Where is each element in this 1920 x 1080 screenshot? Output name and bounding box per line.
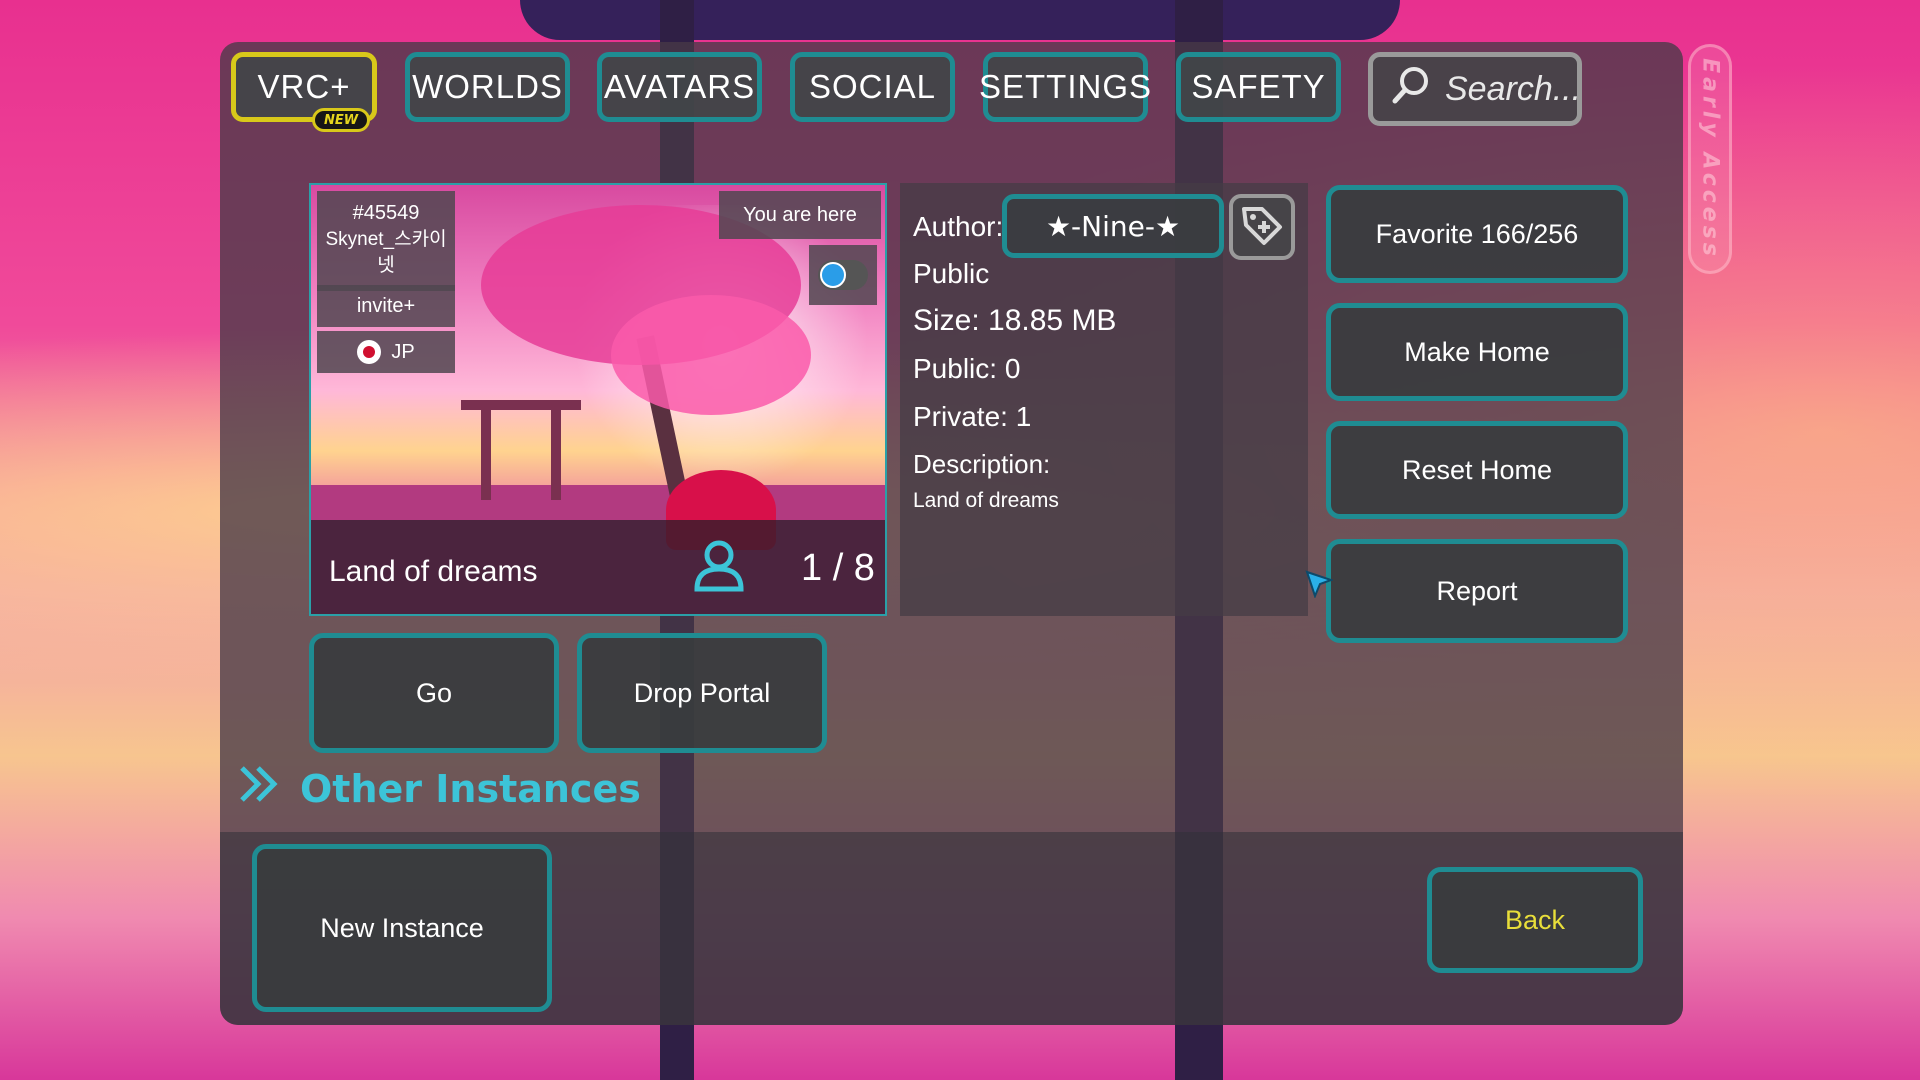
small-torii-post (481, 410, 491, 500)
search-placeholder: Search... (1445, 69, 1582, 108)
favorite-button[interactable]: Favorite 166/256 (1326, 185, 1628, 283)
visibility: Public (913, 258, 990, 289)
go-button[interactable]: Go (309, 633, 559, 753)
report-button[interactable]: Report (1326, 539, 1628, 643)
other-instances-header: Other Instances (238, 764, 641, 813)
author-label: Author: (913, 211, 1004, 242)
nav-safety[interactable]: SAFETY (1176, 52, 1341, 122)
reset-home-button[interactable]: Reset Home (1326, 421, 1628, 519)
small-torii (461, 400, 581, 410)
instance-owner: Skynet_스카이넷 (325, 229, 447, 276)
instance-id-tag: #45549 Skynet_스카이넷 (317, 191, 455, 291)
author-button[interactable]: ★-Nine-★ (1002, 194, 1224, 258)
nav-social[interactable]: SOCIAL (790, 52, 955, 122)
region-tag: JP (317, 331, 455, 373)
nav-avatars[interactable]: AVATARS (597, 52, 762, 122)
new-instance-button[interactable]: New Instance (252, 844, 552, 1012)
world-name: Land of dreams (329, 555, 538, 588)
world-thumbnail[interactable]: #45549 Skynet_스카이넷 invite+ JP You are he… (309, 183, 887, 616)
public-count: Public: 0 (913, 353, 1021, 384)
japan-flag-icon (357, 340, 382, 364)
other-instances-title: Other Instances (300, 766, 641, 811)
you-are-here-tag: You are here (719, 191, 881, 239)
cursor-icon (1305, 570, 1335, 602)
platform-toggle-icon (809, 245, 877, 305)
world-size: Size: 18.85 MB (913, 304, 1117, 337)
early-access-label: Early Access (1697, 58, 1723, 260)
early-access-tab[interactable]: Early Access (1688, 44, 1732, 274)
add-tag-icon (1240, 203, 1284, 251)
nav-worlds[interactable]: WORLDS (405, 52, 570, 122)
nav-settings[interactable]: SETTINGS (979, 52, 1151, 122)
tree-canopy (611, 295, 811, 415)
region-label: JP (391, 340, 415, 363)
instance-type-tag: invite+ (317, 285, 455, 327)
private-count: Private: 1 (913, 401, 1032, 432)
search-box[interactable]: Search... (1368, 52, 1582, 126)
torii-gate-top (520, 0, 1400, 40)
back-button[interactable]: Back (1427, 867, 1643, 973)
small-torii-post (551, 410, 561, 500)
search-icon (1373, 65, 1445, 114)
new-badge: NEW (312, 108, 370, 132)
user-icon (691, 537, 747, 597)
description-label: Description: (913, 449, 1051, 479)
instance-id: #45549 (352, 202, 420, 224)
player-count: 1 / 8 (801, 547, 875, 589)
chevron-double-right-icon (238, 764, 284, 813)
make-home-button[interactable]: Make Home (1326, 303, 1628, 401)
description-text: Land of dreams (913, 489, 1059, 512)
drop-portal-button[interactable]: Drop Portal (577, 633, 827, 753)
add-tag-button[interactable] (1229, 194, 1295, 260)
